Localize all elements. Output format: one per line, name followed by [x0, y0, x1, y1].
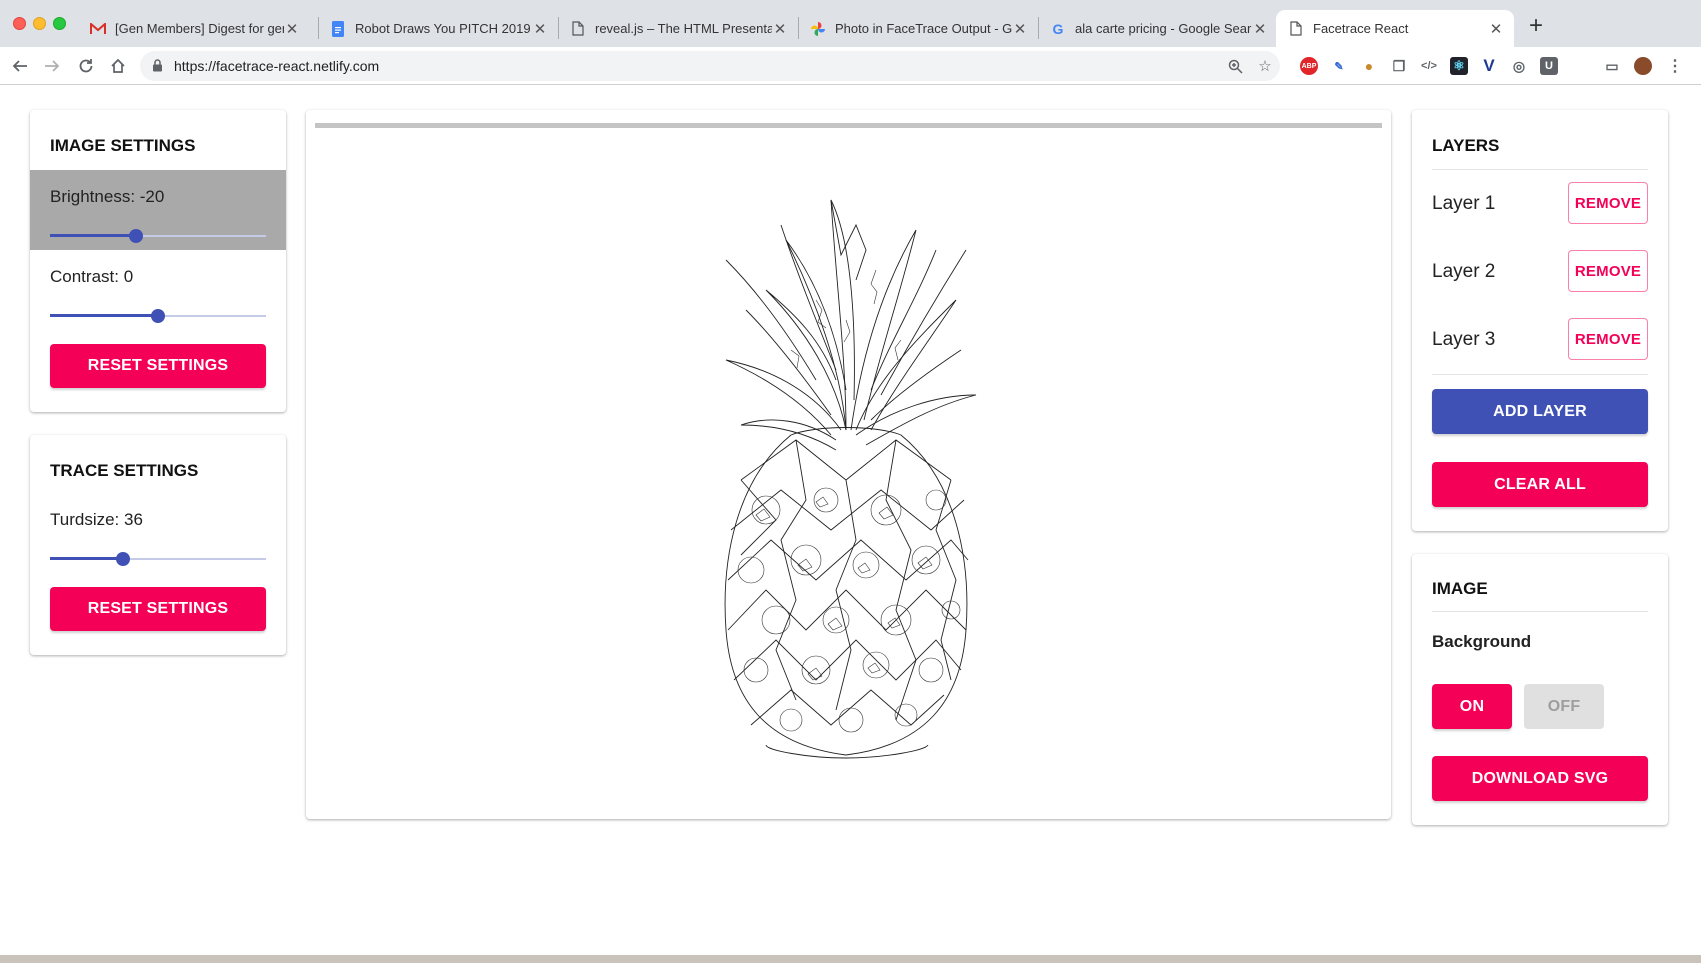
reset-trace-settings-button[interactable]: RESET SETTINGS — [50, 587, 266, 631]
browser-tab-bar: [Gen Members] Digest for gen ✕ Robot Dra… — [0, 0, 1701, 47]
circle-extension-icon[interactable]: ◎ — [1510, 57, 1528, 75]
browser-toolbar: https://facetrace-react.netlify.com ☆ AB… — [0, 47, 1701, 85]
slider-thumb[interactable] — [151, 309, 165, 323]
divider — [1432, 611, 1648, 612]
tab-title: [Gen Members] Digest for gen — [115, 21, 284, 36]
clear-all-button[interactable]: CLEAR ALL — [1432, 462, 1648, 507]
layers-card: LAYERS Layer 1 REMOVE Layer 2 REMOVE Lay… — [1412, 110, 1668, 531]
progress-bar — [315, 123, 1382, 128]
vue-extension-icon[interactable]: V — [1480, 56, 1498, 75]
pineapple-trace-image — [724, 199, 977, 759]
slider-thumb[interactable] — [129, 229, 144, 243]
home-icon[interactable] — [104, 52, 132, 80]
close-tab-icon[interactable]: ✕ — [772, 20, 788, 38]
google-icon: G — [1052, 20, 1064, 37]
url-text: https://facetrace-react.netlify.com — [174, 58, 380, 74]
tab-title: Robot Draws You PITCH 2019 - — [355, 21, 532, 36]
remove-layer-3-button[interactable]: REMOVE — [1568, 318, 1648, 360]
brightness-label: Brightness: -20 — [50, 187, 165, 206]
background-label: Background — [1432, 632, 1532, 651]
browser-tab-photos[interactable]: Photo in FaceTrace Output - Go ✕ — [798, 10, 1038, 47]
turdsize-slider[interactable] — [50, 551, 266, 567]
adblock-icon[interactable]: ABP — [1300, 57, 1318, 75]
remove-layer-1-button[interactable]: REMOVE — [1568, 182, 1648, 224]
gmail-icon — [90, 21, 106, 37]
remove-layer-2-button[interactable]: REMOVE — [1568, 250, 1648, 292]
lock-icon — [152, 59, 163, 77]
close-tab-icon[interactable]: ✕ — [1488, 20, 1504, 38]
divider — [1432, 374, 1648, 375]
close-tab-icon[interactable]: ✕ — [284, 20, 300, 38]
image-card: IMAGE Background ON OFF DOWNLOAD SVG — [1412, 554, 1668, 825]
divider — [1432, 169, 1648, 170]
reset-image-settings-button[interactable]: RESET SETTINGS — [50, 344, 266, 388]
close-tab-icon[interactable]: ✕ — [1012, 20, 1028, 38]
turdsize-label: Turdsize: 36 — [50, 510, 143, 529]
google-docs-icon — [330, 20, 346, 37]
back-icon[interactable] — [6, 52, 34, 80]
desktop-strip — [0, 955, 1701, 963]
maximize-window-button[interactable] — [53, 17, 66, 30]
code-icon[interactable]: </> — [1420, 57, 1438, 75]
react-devtools-icon[interactable]: ⚛ — [1450, 57, 1468, 75]
slider-fill — [50, 557, 124, 560]
page-icon — [570, 21, 586, 37]
layer-3-name: Layer 3 — [1432, 329, 1496, 350]
layer-1-name: Layer 1 — [1432, 193, 1496, 214]
google-photos-icon — [810, 21, 826, 37]
browser-tab-facetrace[interactable]: Facetrace React ✕ — [1276, 10, 1514, 47]
address-bar[interactable]: https://facetrace-react.netlify.com ☆ — [140, 51, 1280, 81]
minimize-window-button[interactable] — [33, 17, 46, 30]
bookmark-star-icon[interactable]: ☆ — [1255, 56, 1275, 76]
browser-tab-reveal[interactable]: reveal.js – The HTML Presentat ✕ — [558, 10, 798, 47]
slider-fill — [50, 234, 137, 237]
brightness-slider[interactable] — [50, 228, 266, 244]
card-title: TRACE SETTINGS — [50, 461, 199, 480]
close-window-button[interactable] — [13, 17, 26, 30]
cookie-icon[interactable]: ● — [1360, 57, 1378, 75]
ublock-icon[interactable]: U — [1540, 57, 1558, 75]
card-title: IMAGE — [1432, 579, 1488, 598]
tab-title: Photo in FaceTrace Output - Go — [835, 21, 1012, 36]
contrast-slider[interactable] — [50, 308, 266, 324]
slider-thumb[interactable] — [116, 552, 131, 566]
download-svg-button[interactable]: DOWNLOAD SVG — [1432, 756, 1648, 801]
tab-title: Facetrace React — [1313, 21, 1409, 36]
contrast-label: Contrast: 0 — [50, 267, 134, 286]
tab-title: reveal.js – The HTML Presentat — [595, 21, 772, 36]
image-settings-card: IMAGE SETTINGS Brightness: -20 Contrast:… — [30, 110, 286, 412]
cast-icon[interactable]: ▭ — [1603, 57, 1621, 75]
background-on-button[interactable]: ON — [1432, 684, 1512, 729]
add-layer-button[interactable]: ADD LAYER — [1432, 389, 1648, 434]
page-icon — [1288, 21, 1304, 37]
background-off-button[interactable]: OFF — [1524, 684, 1604, 729]
trace-settings-card: TRACE SETTINGS Turdsize: 36 RESET SETTIN… — [30, 435, 286, 655]
new-tab-button[interactable]: + — [1524, 12, 1548, 40]
card-title: LAYERS — [1432, 136, 1500, 155]
close-tab-icon[interactable]: ✕ — [532, 20, 548, 38]
tab-title: ala carte pricing - Google Sear — [1075, 21, 1252, 36]
browser-tab-google-search[interactable]: G ala carte pricing - Google Sear ✕ — [1038, 10, 1278, 47]
slider-fill — [50, 314, 158, 317]
copy-icon[interactable]: ❐ — [1390, 57, 1408, 75]
reload-icon[interactable] — [72, 52, 100, 80]
layer-2-name: Layer 2 — [1432, 261, 1496, 282]
profile-avatar[interactable] — [1634, 57, 1652, 75]
browser-tab-docs[interactable]: Robot Draws You PITCH 2019 - ✕ — [318, 10, 558, 47]
close-tab-icon[interactable]: ✕ — [1252, 20, 1268, 38]
card-title: IMAGE SETTINGS — [50, 136, 196, 155]
forward-icon[interactable] — [38, 52, 66, 80]
menu-dots-icon[interactable]: ⋮ — [1666, 57, 1684, 75]
zoom-icon[interactable] — [1225, 56, 1245, 76]
eyedropper-icon[interactable]: ✎ — [1330, 57, 1348, 75]
trace-canvas-card — [306, 110, 1391, 819]
browser-tab-gmail[interactable]: [Gen Members] Digest for gen ✕ — [78, 10, 310, 47]
